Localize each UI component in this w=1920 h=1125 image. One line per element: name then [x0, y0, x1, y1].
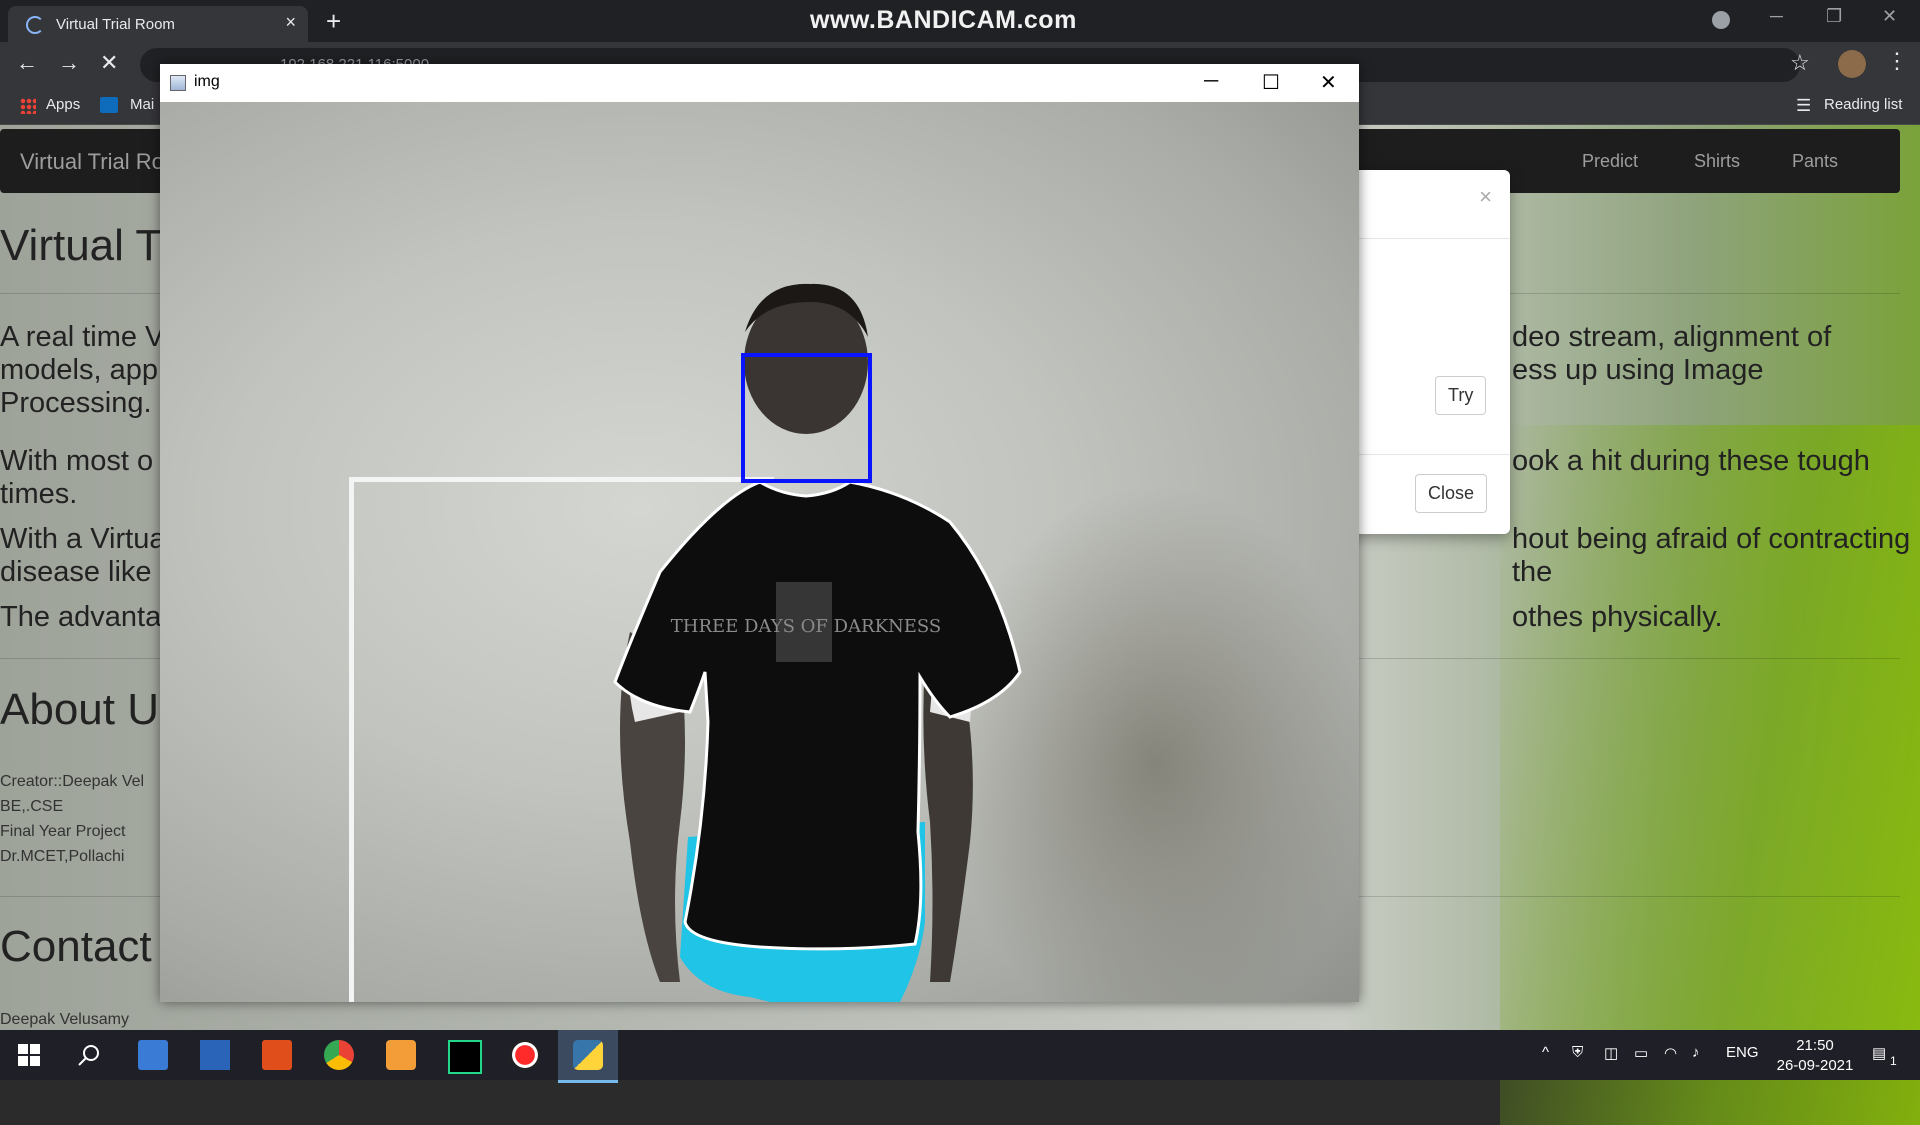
webcam-frame: THREE DAYS OF DARKNESS	[160, 102, 1359, 1002]
volume-icon[interactable]: ♪	[1692, 1044, 1700, 1061]
tab-virtual-trial-room[interactable]: Virtual Trial Room ×	[8, 6, 308, 42]
show-hidden-icons[interactable]: ^	[1542, 1044, 1549, 1061]
tryon-overlay: THREE DAYS OF DARKNESS	[613, 283, 1022, 1002]
outlook-icon	[100, 97, 118, 113]
intro-text: With most o	[0, 445, 154, 477]
intro-text: A real time V	[0, 321, 165, 353]
pycharm-icon[interactable]	[448, 1040, 482, 1074]
notification-count: 1	[1890, 1054, 1897, 1068]
site-brand[interactable]: Virtual Trial Ro	[20, 149, 164, 175]
new-tab-button[interactable]: +	[326, 6, 341, 37]
reading-list-icon: ☰	[1796, 96, 1812, 115]
bandicam-icon[interactable]	[510, 1040, 540, 1070]
python-icon	[573, 1040, 603, 1070]
windows-taskbar: ^ ⛨ ◫ ▭ ◠ ♪ ENG 21:50 26-09-2021 ▤ 1	[0, 1030, 1920, 1083]
about-line: Final Year Project	[0, 823, 126, 840]
nav-predict[interactable]: Predict	[1582, 151, 1638, 172]
browser-minimize-button[interactable]: ─	[1770, 6, 1783, 27]
security-shield-icon[interactable]: ⛨	[1572, 1044, 1583, 1061]
clock-date: 26-09-2021	[1776, 1057, 1854, 1074]
contact-heading: Contact	[0, 922, 152, 971]
search-icon[interactable]	[76, 1042, 102, 1068]
shirt-print-text: THREE DAYS OF DARKNESS	[671, 616, 942, 637]
page-heading: Virtual T	[0, 221, 163, 270]
nav-pants[interactable]: Pants	[1792, 151, 1838, 172]
modal-close-icon[interactable]: ×	[1479, 184, 1492, 210]
back-button[interactable]: ←	[16, 50, 38, 76]
intro-text: With a Virtua	[0, 523, 166, 555]
clock-time: 21:50	[1796, 1037, 1834, 1054]
apps-grid-icon	[20, 98, 36, 114]
try-button[interactable]: Try	[1435, 376, 1487, 415]
chrome-icon[interactable]	[324, 1040, 354, 1070]
bookmark-star-icon[interactable]: ☆	[1790, 50, 1810, 76]
intro-text: ess up using Image	[1512, 354, 1764, 386]
img-close-button[interactable]: ✕	[1320, 70, 1337, 95]
tab-strip: Virtual Trial Room × + www.BANDICAM.com …	[0, 0, 1920, 42]
modal-close-button[interactable]: Close	[1415, 474, 1488, 513]
intro-text: The advanta	[0, 601, 162, 633]
tab-title: Virtual Trial Room	[56, 16, 175, 33]
browser-menu-button[interactable]: ⋮	[1886, 48, 1908, 74]
about-line: Dr.MCET,Pollachi	[0, 848, 125, 865]
sublime-text-icon[interactable]	[386, 1040, 416, 1070]
profile-avatar[interactable]	[1838, 50, 1866, 78]
office-icon[interactable]	[262, 1040, 292, 1070]
intro-text: ook a hit during these tough	[1512, 445, 1870, 477]
window-app-icon	[170, 75, 186, 91]
browser-restore-button[interactable]: ❐	[1826, 6, 1842, 27]
clock[interactable]: 21:50 26-09-2021	[1770, 1036, 1860, 1076]
tab-search-icon[interactable]	[1712, 11, 1730, 29]
bookmark-apps[interactable]: Apps	[46, 96, 80, 113]
loading-spinner-icon	[26, 16, 44, 34]
nav-shirts[interactable]: Shirts	[1694, 151, 1740, 172]
intro-text: hout being afraid of contracting the	[1512, 523, 1911, 588]
about-heading: About U	[0, 685, 159, 734]
stop-loading-button[interactable]: ✕	[100, 50, 118, 76]
battery-icon[interactable]: ▭	[1634, 1044, 1648, 1062]
img-window-titlebar[interactable]: img ─ ☐ ✕	[160, 64, 1359, 102]
tab-close-button[interactable]: ×	[285, 12, 296, 33]
reading-list-button[interactable]: Reading list	[1824, 96, 1902, 113]
img-window: img ─ ☐ ✕ THREE DAYS OF DARKNESS	[160, 64, 1359, 1002]
img-window-title: img	[194, 73, 220, 90]
intro-text: times.	[0, 478, 78, 510]
wifi-icon[interactable]: ◠	[1664, 1044, 1677, 1062]
store-icon[interactable]	[200, 1040, 230, 1070]
intro-text: Processing.	[0, 387, 152, 419]
intro-text: othes physically.	[1512, 601, 1723, 633]
browser-close-button[interactable]: ✕	[1882, 6, 1897, 27]
recorder-watermark: www.BANDICAM.com	[810, 6, 1077, 34]
img-maximize-button[interactable]: ☐	[1262, 70, 1280, 95]
contact-name: Deepak Velusamy	[0, 1011, 129, 1028]
meet-now-icon[interactable]: ◫	[1604, 1044, 1618, 1062]
python-window-active[interactable]	[558, 1030, 618, 1083]
language-indicator[interactable]: ENG	[1726, 1044, 1759, 1061]
start-windows-icon[interactable]	[18, 1044, 40, 1066]
intro-text: disease like	[0, 556, 152, 588]
intro-text: models, app	[0, 354, 158, 386]
about-line: Creator::Deepak Vel	[0, 773, 145, 790]
forward-button[interactable]: →	[58, 50, 80, 76]
notifications-icon[interactable]: ▤	[1872, 1044, 1886, 1062]
about-line: BE,.CSE	[0, 798, 64, 815]
bookmark-mail[interactable]: Mai	[130, 96, 154, 113]
intro-text: deo stream, alignment of	[1512, 321, 1832, 353]
img-minimize-button[interactable]: ─	[1204, 70, 1218, 93]
task-view-icon[interactable]	[138, 1040, 168, 1070]
